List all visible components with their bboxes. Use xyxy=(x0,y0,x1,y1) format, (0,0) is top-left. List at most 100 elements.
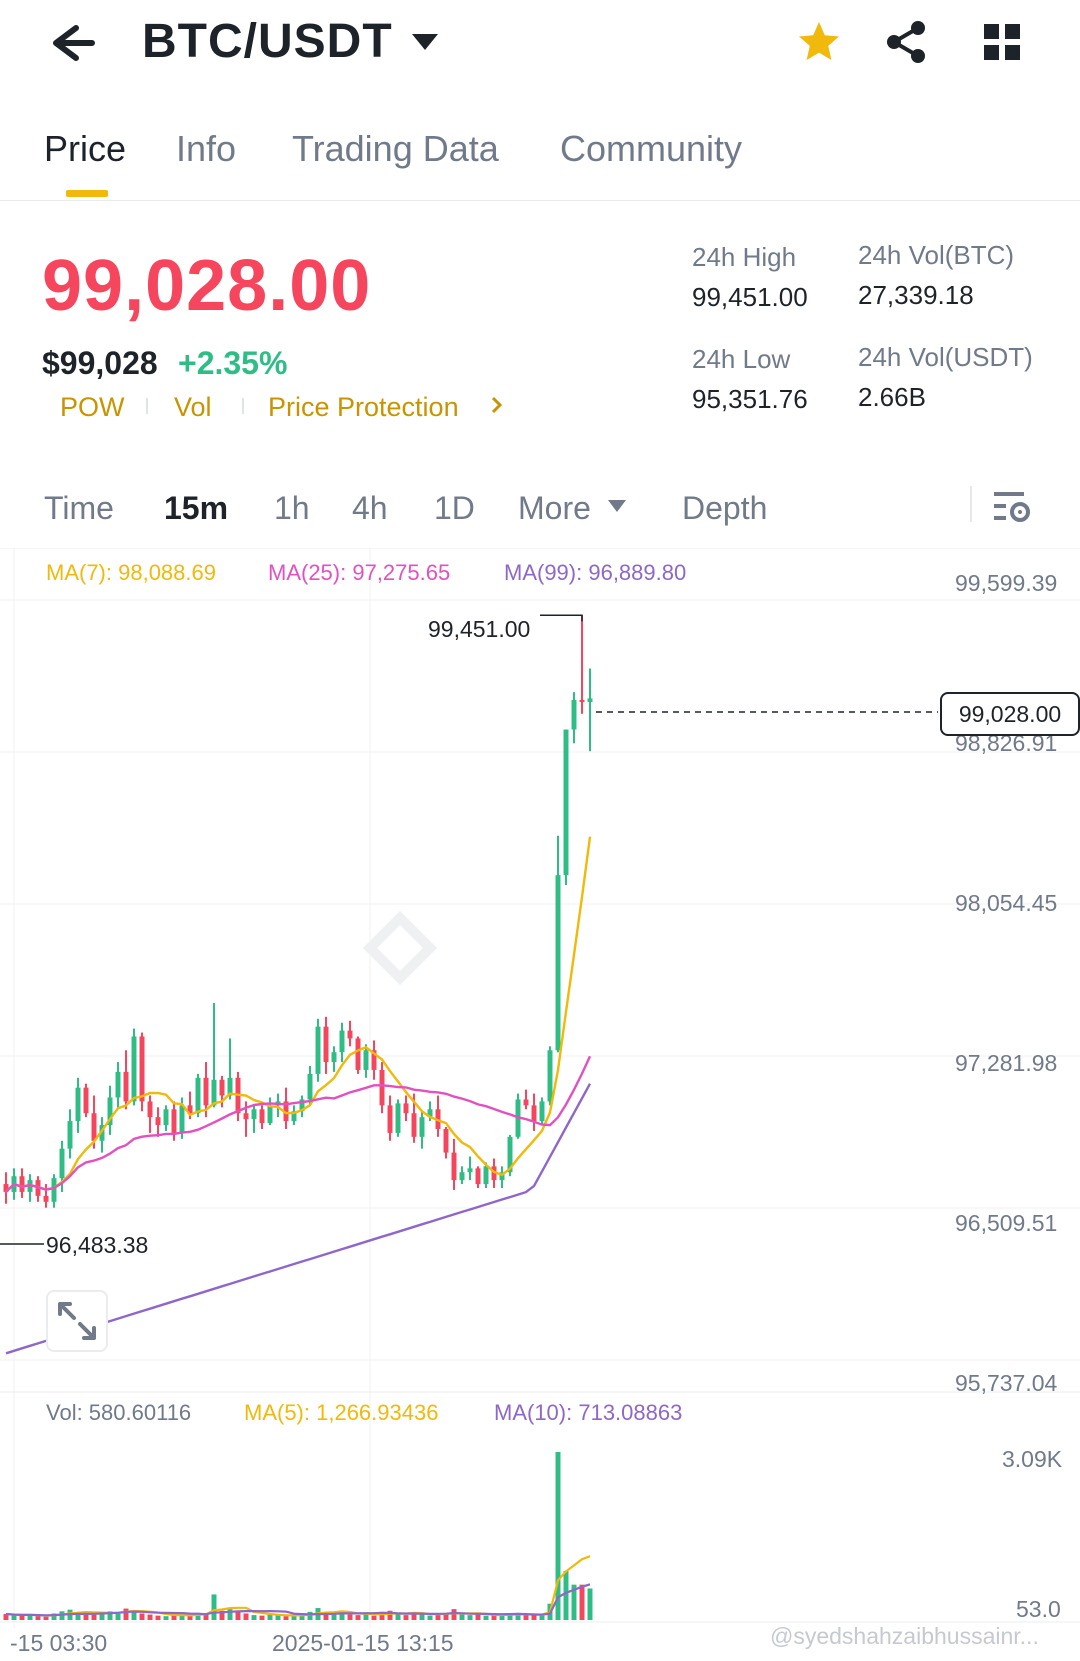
tag-vol[interactable]: Vol xyxy=(174,392,212,423)
user-watermark: @syedshahzaibhussainr... xyxy=(770,1623,1039,1649)
candle-body xyxy=(571,700,577,730)
star-icon[interactable] xyxy=(795,18,843,66)
volume-bar xyxy=(539,1615,545,1620)
interval-1h[interactable]: 1h xyxy=(274,490,310,527)
stat-24h-vol-usdt-label: 24h Vol(USDT) xyxy=(858,342,1033,372)
active-tab-indicator xyxy=(66,190,108,197)
volume-bar xyxy=(555,1452,561,1620)
volume-bar xyxy=(251,1615,257,1620)
volume-bar xyxy=(371,1615,377,1620)
volume-bar xyxy=(459,1614,465,1620)
chevron-right-icon[interactable] xyxy=(488,394,506,416)
candlestick-chart[interactable] xyxy=(0,548,1080,1661)
candle-body xyxy=(203,1077,209,1106)
stat-24h-high-label: 24h High xyxy=(692,242,797,272)
tab-info[interactable]: Info xyxy=(176,128,236,170)
candle-body xyxy=(387,1105,393,1133)
volume-y-tick: 3.09K xyxy=(1002,1446,1063,1472)
tab-price[interactable]: Price xyxy=(44,128,126,170)
candle-body xyxy=(307,1073,313,1100)
candle-body xyxy=(251,1109,257,1120)
candle-body xyxy=(67,1121,73,1149)
pair-title[interactable]: BTC/USDT xyxy=(142,14,393,69)
tag-divider xyxy=(146,398,148,414)
candle-body xyxy=(83,1087,89,1114)
stat-24h-vol-usdt-value: 2.66B xyxy=(858,382,926,412)
stat-24h-high-value: 99,451.00 xyxy=(692,282,808,312)
interval-4h[interactable]: 4h xyxy=(352,490,388,527)
candle-body xyxy=(331,1052,337,1063)
interval-divider xyxy=(970,486,972,522)
expand-chart-button[interactable] xyxy=(46,1290,108,1352)
top-bar: BTC/USDT xyxy=(0,0,1080,100)
candle-body xyxy=(563,729,569,876)
candle-body xyxy=(75,1087,81,1122)
markers-layer xyxy=(0,614,938,1245)
grid-menu-icon[interactable] xyxy=(978,18,1026,66)
stat-24h-low-label: 24h Low xyxy=(692,344,791,374)
chart-settings-icon[interactable] xyxy=(992,486,1032,526)
candle-body xyxy=(259,1109,265,1124)
candle-body xyxy=(467,1168,473,1173)
candle-body xyxy=(315,1026,321,1074)
y-tick: 99,599.39 xyxy=(955,570,1058,596)
volume-legend: Vol: 580.60116 xyxy=(46,1400,192,1425)
binance-logo-icon xyxy=(362,910,438,986)
share-icon[interactable] xyxy=(882,18,930,66)
volume-bar xyxy=(147,1614,153,1620)
high-marker-line xyxy=(540,614,583,622)
volume-bar xyxy=(211,1594,217,1620)
y-tick: 96,509.51 xyxy=(955,1210,1058,1236)
tab-community[interactable]: Community xyxy=(560,128,742,170)
volume-bar xyxy=(427,1615,433,1620)
tag-divider xyxy=(242,398,244,414)
candle-body xyxy=(419,1117,425,1137)
interval-15m[interactable]: 15m xyxy=(164,490,228,527)
candle-body xyxy=(395,1103,401,1133)
candle-body xyxy=(531,1105,537,1122)
caret-down-icon[interactable] xyxy=(606,498,628,514)
volume-bar xyxy=(523,1615,529,1620)
caret-down-icon[interactable] xyxy=(410,30,440,54)
candle-body xyxy=(131,1036,137,1102)
candle-body xyxy=(523,1099,529,1106)
tab-bar: Price Info Trading Data Community xyxy=(0,118,1080,201)
volume-layer xyxy=(3,1452,593,1620)
candle-body xyxy=(19,1176,25,1192)
volume-bar xyxy=(347,1614,353,1620)
interval-more[interactable]: More xyxy=(518,490,591,527)
candle-body xyxy=(43,1195,49,1202)
candle-body xyxy=(211,1079,217,1106)
volume-bar xyxy=(563,1571,569,1620)
candle-body xyxy=(579,700,585,703)
candle-body xyxy=(59,1148,65,1179)
volume-bar xyxy=(579,1584,585,1620)
candle-body xyxy=(139,1036,145,1102)
chart-grid xyxy=(0,548,1080,1628)
volume-bar xyxy=(395,1614,401,1620)
tag-pow[interactable]: POW xyxy=(60,392,125,423)
interval-depth[interactable]: Depth xyxy=(682,490,767,527)
candle-body xyxy=(547,1050,553,1102)
interval-time[interactable]: Time xyxy=(44,490,114,527)
candle-body xyxy=(195,1077,201,1114)
volume-bar xyxy=(123,1608,129,1620)
volume-bar xyxy=(163,1616,169,1620)
low-price-marker: 96,483.38 xyxy=(46,1232,149,1258)
candle-body xyxy=(587,698,593,702)
candle-body xyxy=(459,1172,465,1181)
candle-body xyxy=(363,1050,369,1070)
volume-ma10-legend: MA(10): 713.08863 xyxy=(494,1400,683,1425)
volume-bar xyxy=(483,1615,489,1620)
tag-price-protection[interactable]: Price Protection xyxy=(268,392,459,423)
y-tick: 98,054.45 xyxy=(955,890,1058,916)
interval-1d[interactable]: 1D xyxy=(434,490,475,527)
tab-trading-data[interactable]: Trading Data xyxy=(292,128,499,170)
volume-bar xyxy=(259,1615,265,1620)
volume-bar xyxy=(267,1614,273,1620)
volume-bar xyxy=(355,1615,361,1620)
candle-body xyxy=(347,1030,353,1039)
volume-bar xyxy=(139,1613,145,1620)
y-tick: 97,281.98 xyxy=(955,1050,1058,1076)
back-arrow-icon[interactable] xyxy=(40,18,100,68)
